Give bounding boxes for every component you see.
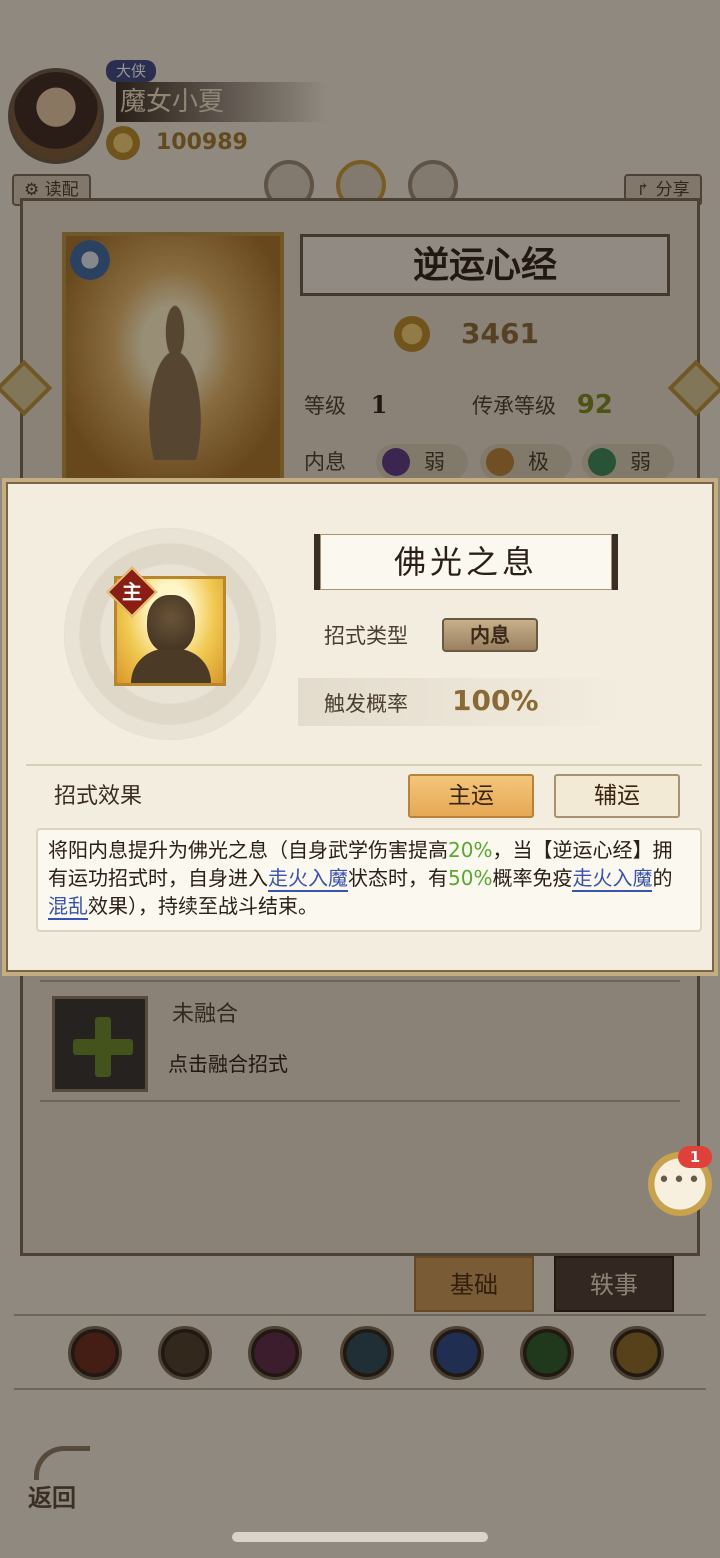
back-button[interactable]: 返回 <box>28 1444 108 1514</box>
main-badge-label: 主 <box>122 580 142 604</box>
fist-school-icon[interactable] <box>248 1326 302 1380</box>
effect-text: 将阳内息提升为佛光之息（自身武学伤害提高 <box>48 838 448 862</box>
level-row: 等级 1 <box>304 390 387 428</box>
type-value: 内息 <box>442 618 538 652</box>
skill-name: 佛光之息 <box>314 534 618 590</box>
sun-orb-icon <box>486 448 514 476</box>
effect-text: 的 <box>652 866 673 890</box>
player-header: 大侠 魔女小夏 100989 <box>8 60 338 164</box>
coin-icon <box>106 126 140 160</box>
level-value: 1 <box>370 390 388 419</box>
effect-value: 50% <box>448 866 493 890</box>
tab-lore[interactable]: 轶事 <box>554 1256 674 1312</box>
taiji-school-icon[interactable] <box>430 1326 484 1380</box>
home-indicator <box>232 1532 488 1542</box>
back-label: 返回 <box>28 1483 76 1512</box>
effect-description: 将阳内息提升为佛光之息（自身武学伤害提高20%，当【逆运心经】拥有运功招式时，自… <box>36 828 702 932</box>
inherit-row: 传承等级 92 <box>472 390 613 428</box>
divider <box>26 764 702 766</box>
tab-basic[interactable]: 基础 <box>414 1256 534 1312</box>
player-name: 魔女小夏 <box>116 82 326 122</box>
player-coins: 100989 <box>156 130 248 155</box>
chat-icon: ••• <box>657 1168 703 1193</box>
gear-icon: ⚙ <box>24 180 40 200</box>
chance-value: 100% <box>452 684 539 717</box>
breath-chip-3: 弱 <box>582 444 674 480</box>
effect-text: 概率免疫 <box>492 866 573 890</box>
breath-chip-label: 弱 <box>424 450 445 474</box>
plus-icon-bar <box>73 1039 133 1055</box>
technique-power: 3461 <box>461 317 539 350</box>
breath-chip-label: 极 <box>528 450 549 474</box>
share-button-label: 分享 <box>655 180 690 200</box>
chance-label: 触发概率 <box>324 692 408 716</box>
status-link-confusion[interactable]: 混乱 <box>48 894 88 920</box>
breath-chip-2: 极 <box>480 444 572 480</box>
inherit-label: 传承等级 <box>472 394 556 418</box>
effect-value: 20% <box>448 838 493 862</box>
poison-school-icon[interactable] <box>520 1326 574 1380</box>
back-arrow-icon <box>34 1446 90 1480</box>
skill-detail-popup: 主 佛光之息 招式类型 内息 触发概率 100% 招式效果 主运 辅运 将阳内息… <box>2 478 718 976</box>
ring-orb-icon <box>588 448 616 476</box>
breath-chip-1: 弱 <box>376 444 468 480</box>
fusion-add-button[interactable] <box>52 996 148 1092</box>
all-school-icon[interactable] <box>610 1326 664 1380</box>
share-icon: ↱ <box>636 180 651 200</box>
effect-text: 效果），持续至战斗结束。 <box>88 894 318 918</box>
status-link-berserk[interactable]: 走火入魔 <box>572 866 653 892</box>
rank-badge: 大侠 <box>106 60 157 82</box>
fusion-title: 未融合 <box>172 1002 239 1027</box>
player-avatar[interactable] <box>8 68 104 164</box>
chat-unread-badge: 1 <box>678 1146 712 1168</box>
level-label: 等级 <box>304 394 346 418</box>
type-label: 招式类型 <box>324 624 408 648</box>
taiji-icon <box>70 240 110 280</box>
moon-orb-icon <box>382 448 410 476</box>
buddha-body <box>131 649 211 683</box>
status-link-berserk[interactable]: 走火入魔 <box>268 866 348 892</box>
sword-school-icon[interactable] <box>68 1326 122 1380</box>
breath-chip-label: 弱 <box>630 450 651 474</box>
main-run-button[interactable]: 主运 <box>408 774 534 818</box>
meditating-figure <box>130 300 220 460</box>
technique-name: 逆运心经 <box>300 234 670 296</box>
effect-label: 招式效果 <box>54 784 143 809</box>
power-coin-icon <box>394 316 430 352</box>
buddha-head <box>147 595 195 653</box>
effect-text: 状态时，有 <box>348 866 448 890</box>
fan-school-icon[interactable] <box>340 1326 394 1380</box>
config-button-label: 读配 <box>44 180 79 200</box>
aux-run-button[interactable]: 辅运 <box>554 774 680 818</box>
inherit-value: 92 <box>576 390 613 420</box>
fusion-hint: 点击融合招式 <box>168 1052 288 1076</box>
blade-school-icon[interactable] <box>158 1326 212 1380</box>
